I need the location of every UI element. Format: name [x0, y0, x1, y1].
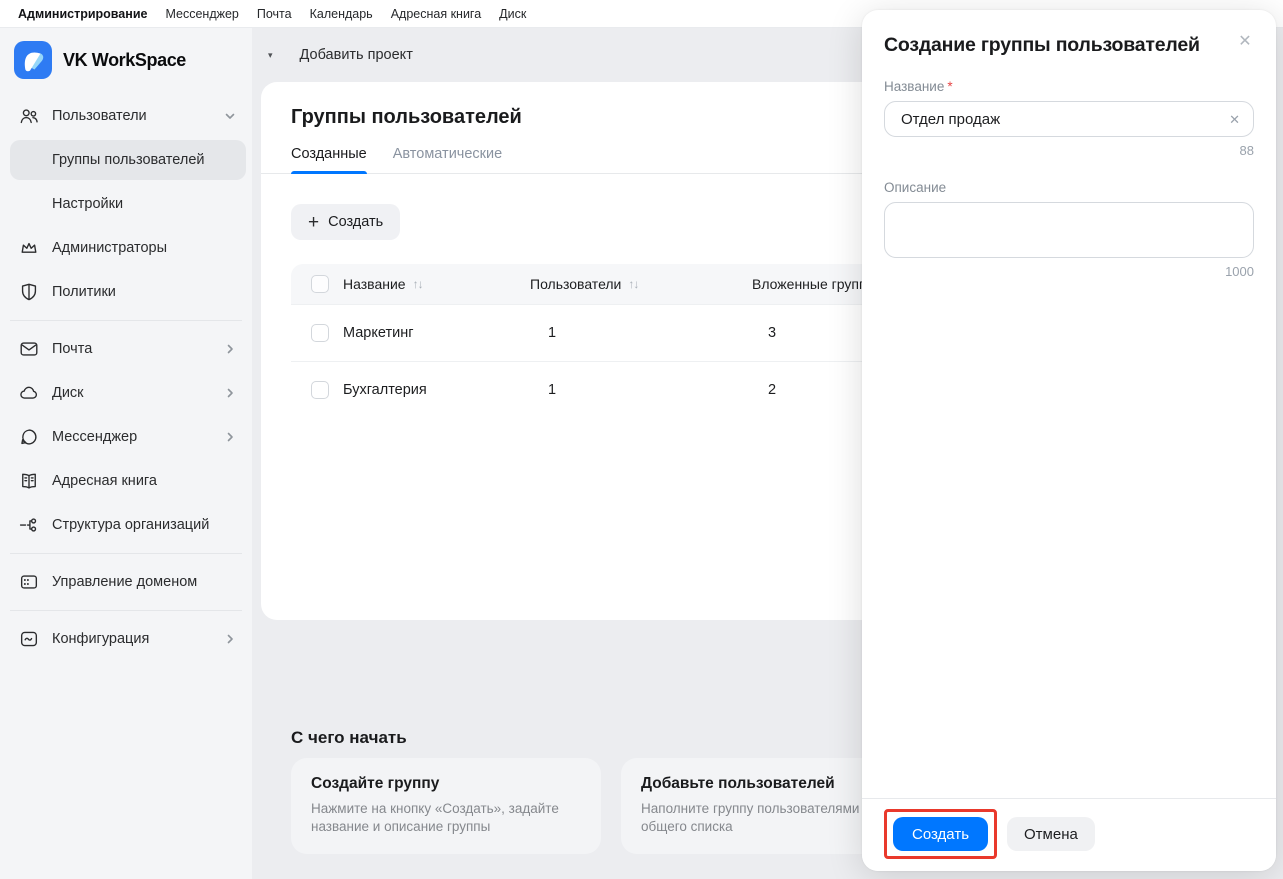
top-nav-administration[interactable]: Администрирование — [18, 7, 147, 21]
plus-icon: + — [308, 211, 320, 233]
column-header-users[interactable]: Пользователи ↑↓ — [530, 276, 752, 292]
create-group-button-label: Создать — [328, 214, 384, 230]
sidebar-item-user-groups[interactable]: Группы пользователей — [0, 138, 252, 182]
sidebar-item-label: Адресная книга — [52, 473, 157, 489]
top-nav-calendar[interactable]: Календарь — [310, 7, 373, 21]
select-all-checkbox[interactable] — [311, 275, 329, 293]
drawer-footer: Создать Отмена — [862, 798, 1276, 871]
sidebar-item-settings[interactable]: Настройки — [0, 182, 252, 226]
column-header-name[interactable]: Название ↑↓ — [343, 276, 530, 292]
create-group-button[interactable]: + Создать — [291, 204, 401, 240]
chevron-down-icon — [224, 110, 236, 122]
sidebar-item-mail[interactable]: Почта — [0, 327, 252, 371]
card-title: Создайте группу — [311, 775, 440, 792]
cancel-button[interactable]: Отмена — [1007, 817, 1095, 851]
add-project-button[interactable]: Добавить проект — [300, 47, 413, 63]
sidebar-divider — [10, 553, 242, 554]
config-icon — [18, 628, 40, 650]
sidebar-divider — [10, 610, 242, 611]
sidebar-item-messenger[interactable]: Мессенджер — [0, 415, 252, 459]
sidebar-item-label: Структура организаций — [52, 517, 210, 533]
brand-name: VK WorkSpace — [63, 49, 186, 70]
top-nav-disk[interactable]: Диск — [499, 7, 526, 21]
sidebar-item-administrators[interactable]: Администраторы — [0, 226, 252, 270]
name-counter: 88 — [1239, 143, 1254, 158]
row-checkbox[interactable] — [311, 381, 329, 399]
cloud-icon — [18, 382, 40, 404]
sort-icon[interactable]: ↑↓ — [413, 277, 424, 291]
sidebar-item-disk[interactable]: Диск — [0, 371, 252, 415]
sidebar: VK WorkSpace Пользователи Группы пользов… — [0, 28, 252, 879]
annotation-highlight-box: Создать — [884, 809, 998, 859]
submit-create-button[interactable]: Создать — [893, 817, 989, 851]
sidebar-item-label: Конфигурация — [52, 631, 150, 647]
top-nav-address-book[interactable]: Адресная книга — [391, 7, 481, 21]
crown-icon — [18, 237, 40, 259]
sidebar-item-org-structure[interactable]: Структура организаций — [0, 503, 252, 547]
name-input-wrap: ✕ — [884, 101, 1254, 137]
shield-icon — [18, 281, 40, 303]
chevron-right-icon — [224, 633, 236, 645]
sidebar-item-label: Группы пользователей — [52, 152, 205, 168]
sidebar-nav: Пользователи Группы пользователей Настро… — [0, 90, 252, 661]
sidebar-item-label: Пользователи — [52, 108, 147, 124]
sidebar-item-label: Администраторы — [52, 240, 168, 256]
sidebar-item-address-book[interactable]: Адресная книга — [0, 459, 252, 503]
group-users-count: 1 — [548, 382, 557, 398]
chevron-right-icon — [224, 343, 236, 355]
group-name: Бухгалтерия — [343, 382, 427, 398]
sidebar-item-label: Политики — [52, 284, 116, 300]
vk-workspace-logo-icon — [14, 41, 52, 79]
group-users-count: 1 — [548, 325, 557, 341]
org-structure-icon — [18, 514, 40, 536]
sort-icon[interactable]: ↑↓ — [628, 277, 639, 291]
sidebar-item-label: Диск — [52, 385, 84, 401]
description-counter: 1000 — [1225, 264, 1254, 279]
drawer-title: Создание группы пользователей — [884, 34, 1200, 56]
address-book-icon — [18, 470, 40, 492]
sidebar-divider — [10, 320, 242, 321]
sidebar-item-label: Настройки — [52, 196, 124, 212]
clear-input-icon[interactable]: ✕ — [1229, 113, 1240, 126]
sidebar-item-label: Мессенджер — [52, 429, 138, 445]
sidebar-item-policies[interactable]: Политики — [0, 270, 252, 314]
required-asterisk: * — [947, 79, 953, 94]
card-body: Нажмите на кнопку «Создать», задайте наз… — [311, 801, 559, 835]
description-textarea[interactable] — [884, 202, 1254, 258]
top-nav-messenger[interactable]: Мессенджер — [165, 7, 238, 21]
name-field-label: Название * — [884, 79, 953, 94]
sidebar-item-users[interactable]: Пользователи — [0, 94, 252, 138]
description-field-label: Описание — [884, 180, 947, 195]
close-icon[interactable]: ✕ — [1232, 28, 1258, 54]
mail-icon — [18, 338, 40, 360]
tab-created[interactable]: Созданные — [291, 146, 367, 174]
project-caret-icon[interactable]: ▾ — [268, 50, 273, 61]
getting-started-card-create-group: Создайте группу Нажмите на кнопку «Созда… — [291, 758, 601, 855]
sidebar-item-domain-management[interactable]: Управление доменом — [0, 560, 252, 604]
chevron-right-icon — [224, 387, 236, 399]
sidebar-item-configuration[interactable]: Конфигурация — [0, 617, 252, 661]
chat-icon — [18, 426, 40, 448]
sidebar-item-label: Управление доменом — [52, 574, 198, 590]
name-input[interactable] — [901, 110, 1230, 128]
group-name: Маркетинг — [343, 325, 414, 341]
row-checkbox[interactable] — [311, 324, 329, 342]
tab-automatic[interactable]: Автоматические — [393, 146, 502, 173]
sidebar-item-label: Почта — [52, 341, 93, 357]
chevron-right-icon — [224, 431, 236, 443]
top-nav-mail[interactable]: Почта — [257, 7, 292, 21]
users-icon — [18, 105, 40, 127]
brand[interactable]: VK WorkSpace — [0, 28, 252, 90]
create-group-drawer: ✕ Создание группы пользователей Название… — [862, 10, 1276, 871]
domain-icon — [18, 571, 40, 593]
